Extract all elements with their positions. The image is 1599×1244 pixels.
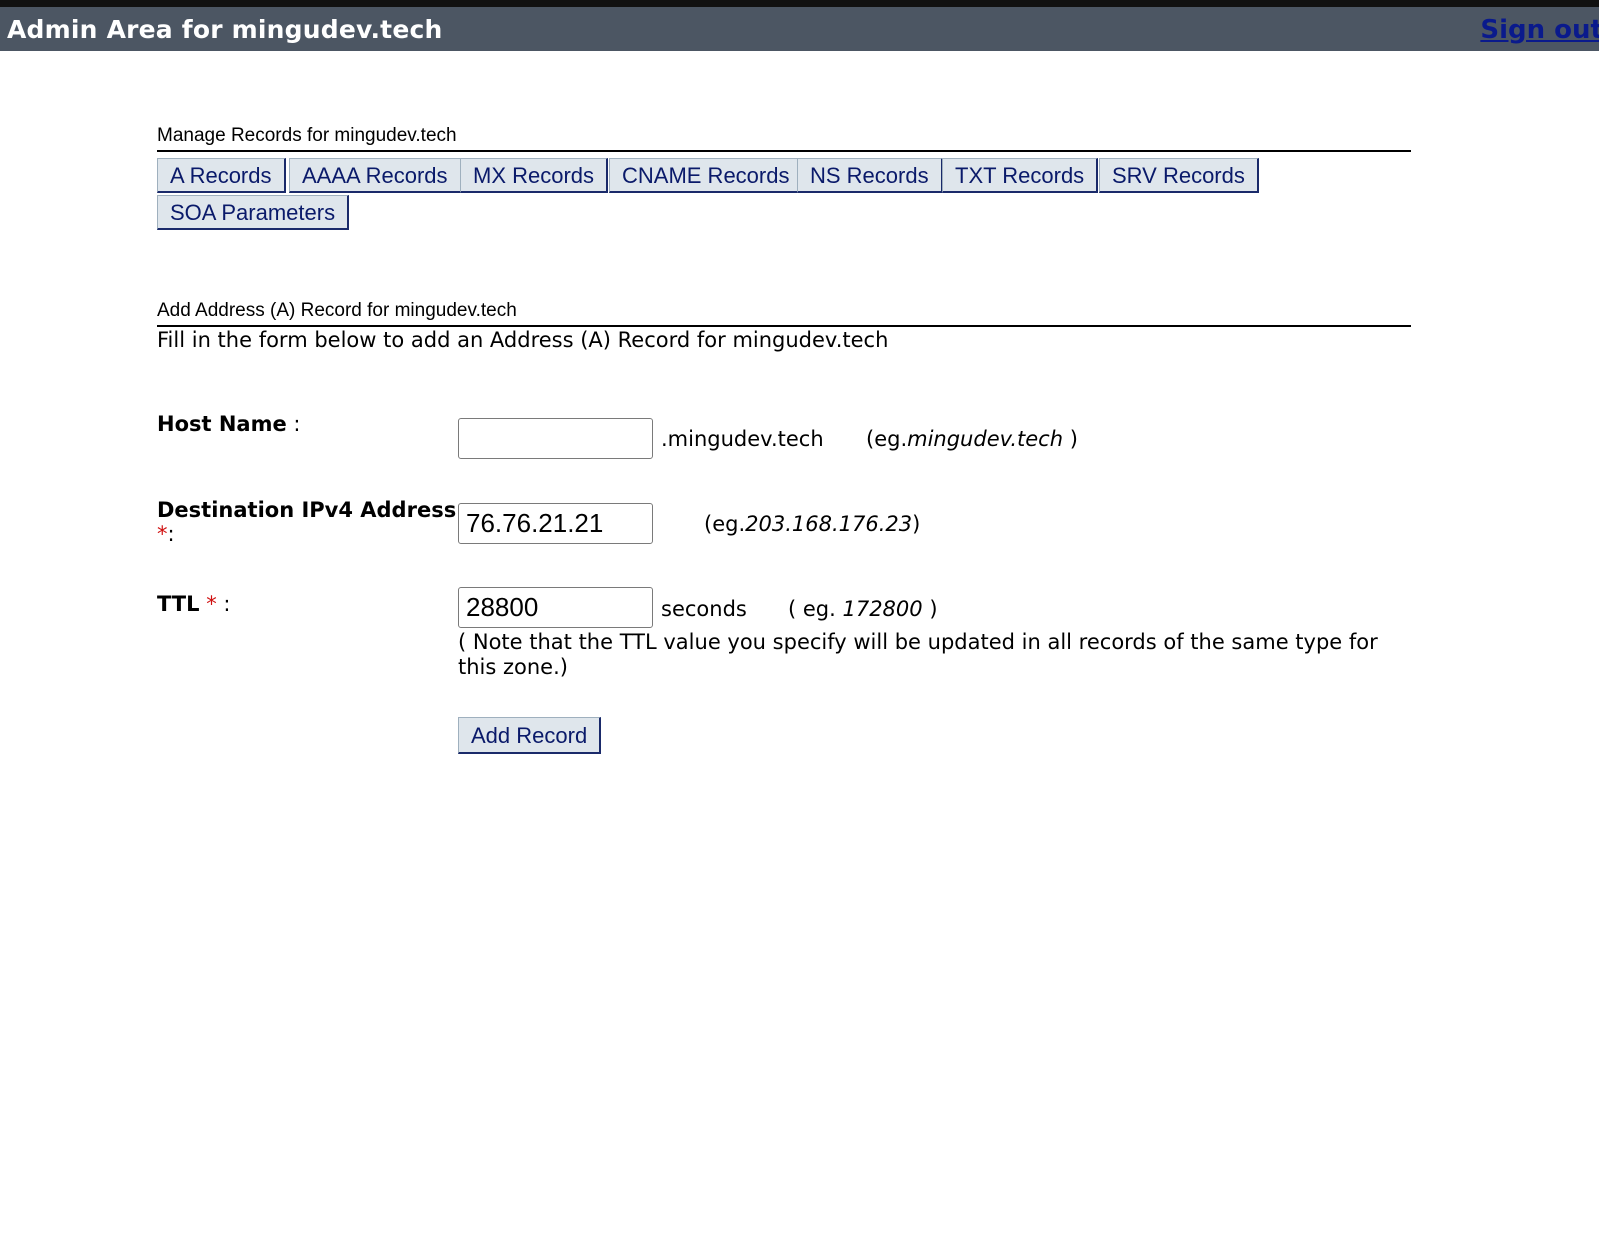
tab-aaaa-records[interactable]: AAAA Records	[289, 158, 462, 193]
host-name-example: (eg.mingudev.tech )	[866, 427, 1078, 451]
host-name-label: Host Name :	[157, 412, 301, 436]
ttl-unit: seconds	[661, 597, 747, 621]
ttl-label: TTL * :	[157, 592, 231, 616]
ttl-input[interactable]	[458, 587, 653, 628]
tab-a-records[interactable]: A Records	[157, 158, 286, 193]
host-name-input[interactable]	[458, 418, 653, 459]
tab-ns-records[interactable]: NS Records	[797, 158, 943, 193]
page-title: Admin Area for mingudev.tech	[7, 15, 443, 44]
tab-cname-records[interactable]: CNAME Records	[609, 158, 804, 193]
admin-header: Admin Area for mingudev.tech Sign out	[0, 7, 1599, 51]
sign-out-link[interactable]: Sign out	[1480, 15, 1599, 45]
add-record-heading: Add Address (A) Record for mingudev.tech	[157, 300, 1411, 327]
manage-records-heading: Manage Records for mingudev.tech	[157, 125, 1411, 152]
tab-mx-records[interactable]: MX Records	[460, 158, 609, 193]
destination-ip-example: (eg.203.168.176.23)	[704, 512, 921, 536]
add-record-button[interactable]: Add Record	[458, 717, 602, 754]
ttl-example: ( eg. 172800 )	[788, 597, 938, 621]
destination-ip-input[interactable]	[458, 503, 653, 544]
ttl-note: ( Note that the TTL value you specify wi…	[458, 630, 1378, 679]
destination-ip-label: Destination IPv4 Address	[157, 498, 457, 522]
domain-suffix: .mingudev.tech	[661, 427, 824, 451]
top-strip	[0, 0, 1599, 7]
tab-txt-records[interactable]: TXT Records	[942, 158, 1099, 193]
tab-srv-records[interactable]: SRV Records	[1099, 158, 1259, 193]
form-description: Fill in the form below to add an Address…	[157, 328, 889, 352]
destination-ip-required: *:	[157, 522, 175, 546]
tab-soa-parameters[interactable]: SOA Parameters	[157, 195, 350, 230]
